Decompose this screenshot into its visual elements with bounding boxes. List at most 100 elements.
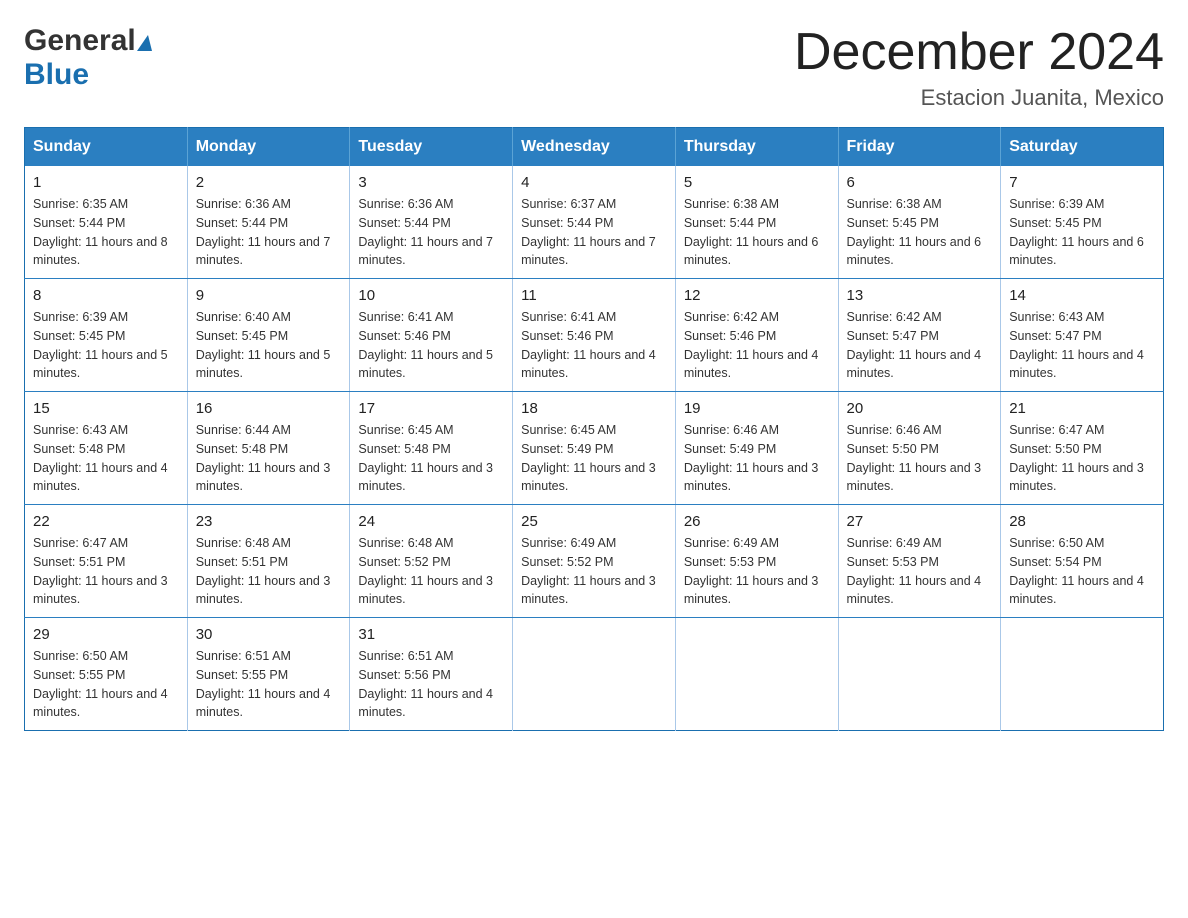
day-info: Sunrise: 6:41 AM Sunset: 5:46 PM Dayligh… [521, 308, 667, 383]
column-header-monday: Monday [187, 128, 350, 167]
day-number: 3 [358, 174, 504, 191]
day-number: 13 [847, 287, 993, 304]
table-row: 28Sunrise: 6:50 AM Sunset: 5:54 PM Dayli… [1001, 505, 1164, 618]
table-row: 15 Sunrise: 6:43 AM Sunset: 5:48 PM Dayli… [25, 392, 188, 505]
day-number: 2 [196, 174, 342, 191]
day-info: Sunrise: 6:48 AM Sunset: 5:52 PM Dayligh… [358, 534, 504, 609]
day-info: Sunrise: 6:47 AM Sunset: 5:51 PM Dayligh… [33, 534, 179, 609]
day-info: Sunrise: 6:38 AM Sunset: 5:44 PM Dayligh… [684, 195, 830, 270]
table-row: 25Sunrise: 6:49 AM Sunset: 5:52 PM Dayli… [513, 505, 676, 618]
day-number: 20 [847, 400, 993, 417]
day-info: Sunrise: 6:40 AM Sunset: 5:45 PM Dayligh… [196, 308, 342, 383]
table-row [838, 618, 1001, 731]
calendar-week-row: 8 Sunrise: 6:39 AM Sunset: 5:45 PM Daylig… [25, 279, 1164, 392]
day-number: 29 [33, 626, 179, 643]
table-row: 19Sunrise: 6:46 AM Sunset: 5:49 PM Dayli… [675, 392, 838, 505]
title-block: December 2024 Estacion Juanita, Mexico [794, 24, 1164, 111]
table-row: 20 Sunrise: 6:46 AM Sunset: 5:50 PM Dayli… [838, 392, 1001, 505]
table-row: 3 Sunrise: 6:36 AM Sunset: 5:44 PM Daylig… [350, 166, 513, 279]
day-number: 9 [196, 287, 342, 304]
day-number: 31 [358, 626, 504, 643]
day-info: Sunrise: 6:49 AM Sunset: 5:53 PM Dayligh… [847, 534, 993, 609]
table-row: 17 Sunrise: 6:45 AM Sunset: 5:48 PM Dayli… [350, 392, 513, 505]
calendar-week-row: 29 Sunrise: 6:50 AM Sunset: 5:55 PM Dayli… [25, 618, 1164, 731]
table-row [513, 618, 676, 731]
logo-blue-text: Blue [24, 58, 89, 91]
day-number: 23 [196, 513, 342, 530]
day-info: Sunrise: 6:42 AM Sunset: 5:47 PM Dayligh… [847, 308, 993, 383]
day-info: Sunrise: 6:45 AM Sunset: 5:49 PM Dayligh… [521, 421, 667, 496]
calendar-table: SundayMondayTuesdayWednesdayThursdayFrid… [24, 127, 1164, 731]
table-row: 22 Sunrise: 6:47 AM Sunset: 5:51 PM Dayli… [25, 505, 188, 618]
day-info: Sunrise: 6:46 AM Sunset: 5:50 PM Dayligh… [847, 421, 993, 496]
table-row: 13 Sunrise: 6:42 AM Sunset: 5:47 PM Dayli… [838, 279, 1001, 392]
day-info: Sunrise: 6:36 AM Sunset: 5:44 PM Dayligh… [196, 195, 342, 270]
table-row: 7Sunrise: 6:39 AM Sunset: 5:45 PM Daylig… [1001, 166, 1164, 279]
day-number: 24 [358, 513, 504, 530]
day-number: 10 [358, 287, 504, 304]
day-info: Sunrise: 6:44 AM Sunset: 5:48 PM Dayligh… [196, 421, 342, 496]
day-info: Sunrise: 6:38 AM Sunset: 5:45 PM Dayligh… [847, 195, 993, 270]
day-number: 15 [33, 400, 179, 417]
day-number: 18 [521, 400, 667, 417]
month-title: December 2024 [794, 24, 1164, 81]
day-number: 25 [521, 513, 667, 530]
day-number: 12 [684, 287, 830, 304]
day-number: 21 [1009, 400, 1155, 417]
table-row: 11 Sunrise: 6:41 AM Sunset: 5:46 PM Dayli… [513, 279, 676, 392]
day-number: 22 [33, 513, 179, 530]
table-row: 26 Sunrise: 6:49 AM Sunset: 5:53 PM Dayli… [675, 505, 838, 618]
day-number: 30 [196, 626, 342, 643]
table-row [675, 618, 838, 731]
day-info: Sunrise: 6:43 AM Sunset: 5:47 PM Dayligh… [1009, 308, 1155, 383]
day-number: 6 [847, 174, 993, 191]
location-subtitle: Estacion Juanita, Mexico [794, 85, 1164, 111]
table-row: 24 Sunrise: 6:48 AM Sunset: 5:52 PM Dayli… [350, 505, 513, 618]
day-info: Sunrise: 6:50 AM Sunset: 5:54 PM Dayligh… [1009, 534, 1155, 609]
table-row: 9 Sunrise: 6:40 AM Sunset: 5:45 PM Daylig… [187, 279, 350, 392]
day-info: Sunrise: 6:39 AM Sunset: 5:45 PM Dayligh… [33, 308, 179, 383]
logo-triangle-icon [137, 35, 152, 51]
day-info: Sunrise: 6:41 AM Sunset: 5:46 PM Dayligh… [358, 308, 504, 383]
table-row: 30 Sunrise: 6:51 AM Sunset: 5:55 PM Dayli… [187, 618, 350, 731]
day-number: 26 [684, 513, 830, 530]
day-info: Sunrise: 6:46 AM Sunset: 5:49 PM Dayligh… [684, 421, 830, 496]
day-info: Sunrise: 6:37 AM Sunset: 5:44 PM Dayligh… [521, 195, 667, 270]
day-info: Sunrise: 6:49 AM Sunset: 5:53 PM Dayligh… [684, 534, 830, 609]
day-info: Sunrise: 6:48 AM Sunset: 5:51 PM Dayligh… [196, 534, 342, 609]
column-header-tuesday: Tuesday [350, 128, 513, 167]
table-row: 31Sunrise: 6:51 AM Sunset: 5:56 PM Dayli… [350, 618, 513, 731]
day-number: 4 [521, 174, 667, 191]
day-info: Sunrise: 6:43 AM Sunset: 5:48 PM Dayligh… [33, 421, 179, 496]
column-header-saturday: Saturday [1001, 128, 1164, 167]
table-row: 29 Sunrise: 6:50 AM Sunset: 5:55 PM Dayli… [25, 618, 188, 731]
table-row: 18 Sunrise: 6:45 AM Sunset: 5:49 PM Dayli… [513, 392, 676, 505]
day-info: Sunrise: 6:36 AM Sunset: 5:44 PM Dayligh… [358, 195, 504, 270]
day-number: 5 [684, 174, 830, 191]
logo: General Blue [24, 24, 152, 92]
day-info: Sunrise: 6:51 AM Sunset: 5:55 PM Dayligh… [196, 647, 342, 722]
day-info: Sunrise: 6:39 AM Sunset: 5:45 PM Dayligh… [1009, 195, 1155, 270]
table-row: 27Sunrise: 6:49 AM Sunset: 5:53 PM Dayli… [838, 505, 1001, 618]
table-row: 16Sunrise: 6:44 AM Sunset: 5:48 PM Dayli… [187, 392, 350, 505]
calendar-week-row: 15 Sunrise: 6:43 AM Sunset: 5:48 PM Dayli… [25, 392, 1164, 505]
table-row: 8 Sunrise: 6:39 AM Sunset: 5:45 PM Daylig… [25, 279, 188, 392]
table-row: 23 Sunrise: 6:48 AM Sunset: 5:51 PM Dayli… [187, 505, 350, 618]
day-number: 1 [33, 174, 179, 191]
table-row: 1Sunrise: 6:35 AM Sunset: 5:44 PM Daylig… [25, 166, 188, 279]
day-info: Sunrise: 6:50 AM Sunset: 5:55 PM Dayligh… [33, 647, 179, 722]
day-info: Sunrise: 6:42 AM Sunset: 5:46 PM Dayligh… [684, 308, 830, 383]
day-number: 17 [358, 400, 504, 417]
page-header: General Blue December 2024 Estacion Juan… [24, 24, 1164, 111]
day-number: 11 [521, 287, 667, 304]
column-header-sunday: Sunday [25, 128, 188, 167]
table-row [1001, 618, 1164, 731]
table-row: 4 Sunrise: 6:37 AM Sunset: 5:44 PM Daylig… [513, 166, 676, 279]
day-number: 8 [33, 287, 179, 304]
column-header-thursday: Thursday [675, 128, 838, 167]
day-info: Sunrise: 6:45 AM Sunset: 5:48 PM Dayligh… [358, 421, 504, 496]
column-header-friday: Friday [838, 128, 1001, 167]
table-row: 10 Sunrise: 6:41 AM Sunset: 5:46 PM Dayli… [350, 279, 513, 392]
column-header-wednesday: Wednesday [513, 128, 676, 167]
day-info: Sunrise: 6:47 AM Sunset: 5:50 PM Dayligh… [1009, 421, 1155, 496]
